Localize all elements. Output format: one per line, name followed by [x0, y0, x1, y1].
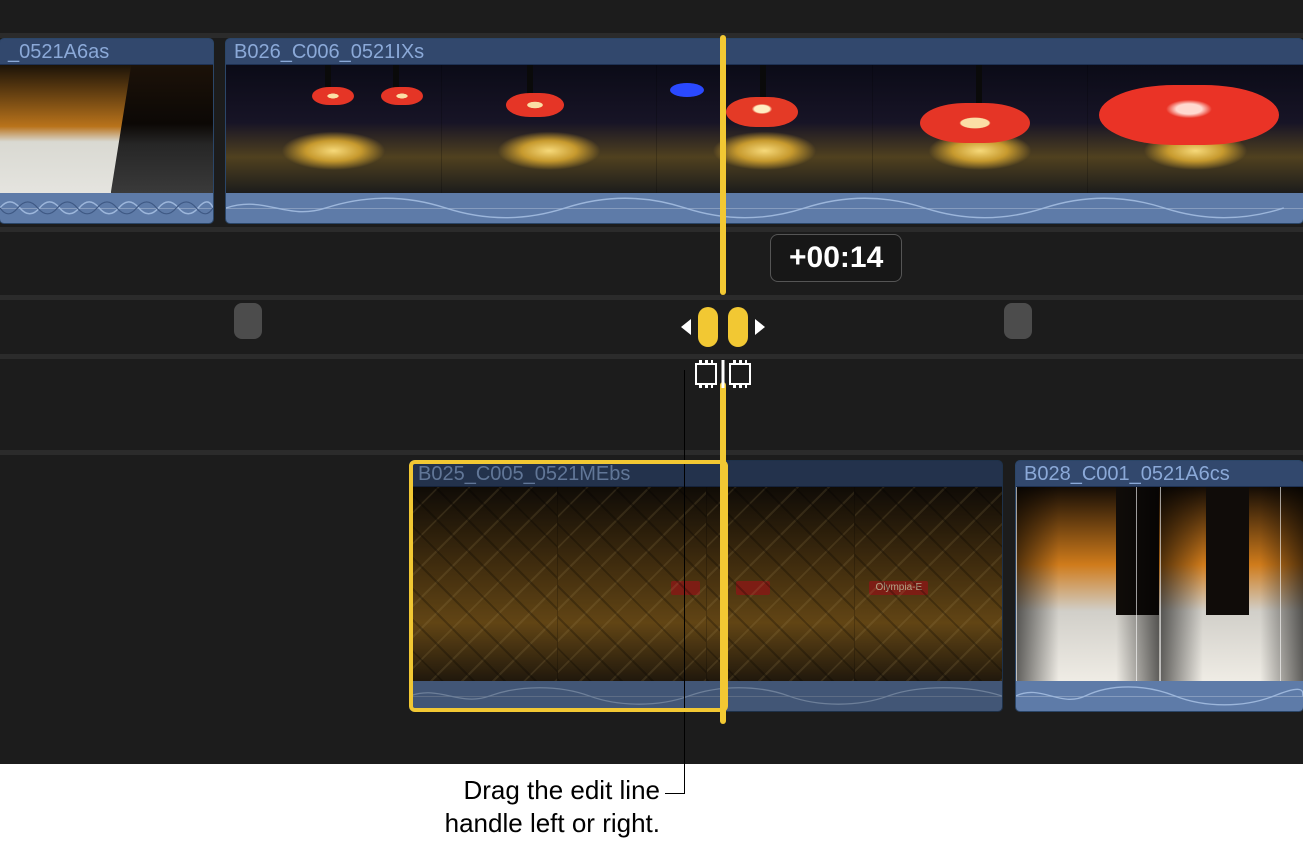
clip-upper-2[interactable]: B026_C006_0521IXs — [225, 38, 1303, 224]
clip-lower-1[interactable]: B025_C005_0521MEbs Olympia-E — [409, 460, 1003, 712]
clip-waveform — [410, 681, 1002, 711]
clip-thumbnail — [707, 487, 855, 681]
arrow-left-icon — [681, 319, 691, 335]
lane-divider — [0, 450, 1303, 455]
edit-line-handle[interactable] — [691, 295, 755, 359]
clip-thumbnail — [873, 65, 1089, 193]
caption: Drag the edit line handle left or right. — [320, 774, 660, 839]
lane-divider — [0, 354, 1303, 359]
clip-upper-1[interactable]: _0521A6as — [0, 38, 214, 224]
connection-handle[interactable] — [1004, 303, 1032, 339]
roll-cursor-icon — [695, 363, 751, 385]
clip-title: _0521A6as — [0, 39, 213, 65]
clip-thumbnail — [442, 65, 658, 193]
clip-title: B025_C005_0521MEbs — [410, 461, 1002, 487]
callout-line — [665, 793, 685, 794]
timeline[interactable]: _0521A6as B026_C006_0521IXs — [0, 0, 1303, 764]
clip-lower-2[interactable]: B028_C001_0521A6cs — [1015, 460, 1303, 712]
clip-title: B026_C006_0521IXs — [226, 39, 1303, 65]
delta-time-badge: +00:14 — [770, 234, 902, 282]
caption-line-2: handle left or right. — [320, 807, 660, 840]
clip-thumbnail — [226, 65, 442, 193]
clip-thumbnail — [657, 65, 873, 193]
arrow-right-icon — [755, 319, 765, 335]
clip-thumbnail — [1088, 65, 1303, 193]
lane-divider — [0, 227, 1303, 232]
clip-thumbnail — [410, 487, 558, 681]
connection-handle[interactable] — [234, 303, 262, 339]
callout-line — [684, 370, 685, 794]
lane-divider — [0, 295, 1303, 300]
clip-waveform — [1016, 681, 1303, 711]
clip-thumbnail — [1160, 487, 1303, 681]
clip-title: B028_C001_0521A6cs — [1016, 461, 1303, 487]
edit-line[interactable] — [720, 382, 726, 724]
edit-line[interactable] — [720, 35, 726, 295]
clip-waveform — [226, 193, 1303, 223]
clip-thumbnail — [0, 65, 213, 193]
caption-line-1: Drag the edit line — [320, 774, 660, 807]
clip-thumbnail — [1016, 487, 1160, 681]
clip-waveform — [0, 193, 213, 223]
clip-thumbnail: Olympia-E — [855, 487, 1002, 681]
